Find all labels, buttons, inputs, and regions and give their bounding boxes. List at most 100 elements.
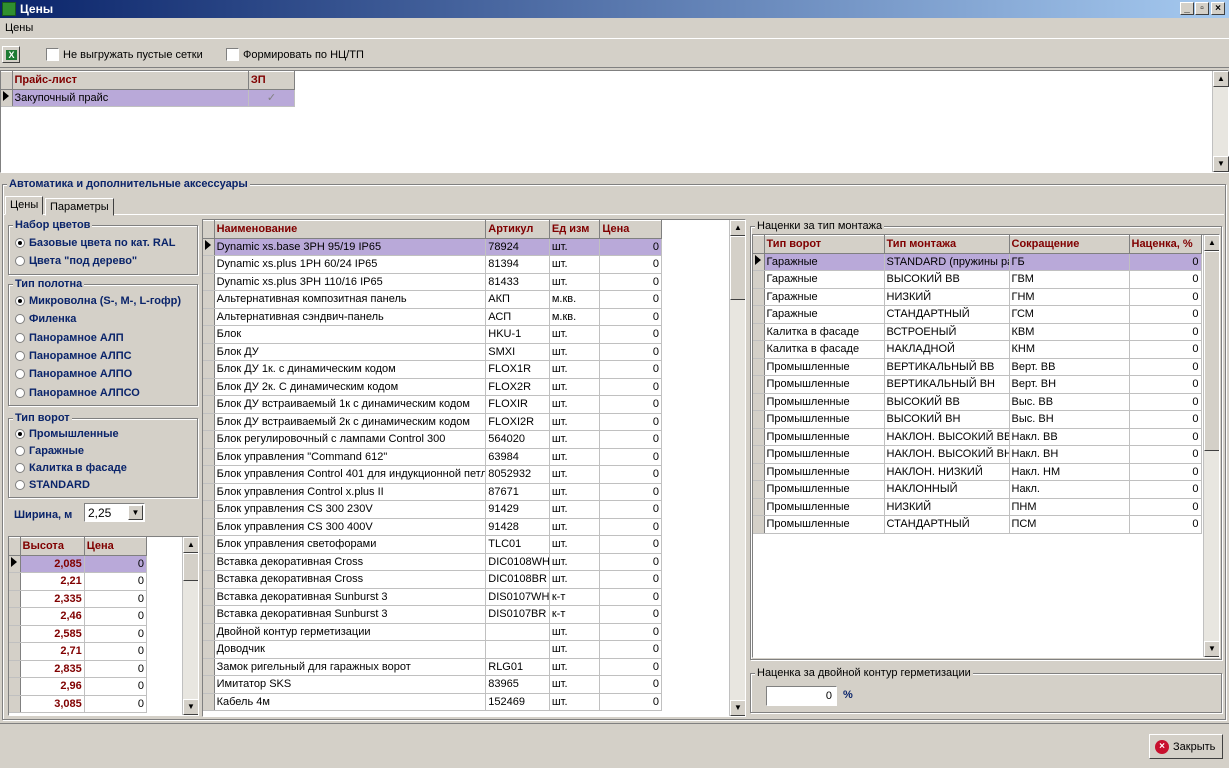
item-price-cell[interactable]: 0 (599, 325, 662, 344)
markup-gate-cell[interactable]: Промышленные (764, 498, 885, 516)
item-unit-cell[interactable]: м.кв. (549, 308, 601, 326)
item-price-cell[interactable]: 0 (599, 395, 662, 414)
markup-abbrev-cell[interactable]: Накл. НМ (1009, 463, 1130, 481)
item-name-cell[interactable]: Dynamic xs.plus 1PH 60/24 IP65 (214, 255, 487, 274)
item-unit-cell[interactable]: шт. (549, 693, 601, 711)
markup-value-cell[interactable]: 0 (1129, 323, 1202, 341)
markup-value-cell[interactable]: 0 (1129, 305, 1202, 324)
item-unit-cell[interactable]: шт. (549, 448, 601, 466)
markup-mount-cell[interactable]: НАКЛОН. ВЫСОКИЙ ВВ (884, 428, 1010, 446)
markup-abbrev-cell[interactable]: ГНМ (1009, 288, 1130, 306)
markup-abbrev-cell[interactable]: Выс. ВВ (1009, 393, 1130, 411)
table-row[interactable]: Вставка декоративная Sunburst 3 DIS0107BR… (203, 605, 662, 624)
markup-mount-cell[interactable]: ВЫСОКИЙ ВВ (884, 393, 1010, 411)
item-unit-cell[interactable]: шт. (549, 255, 601, 274)
table-row[interactable]: Промышленные НИЗКИЙ ПНМ 0 (753, 498, 1202, 516)
height-price-cell[interactable]: 0 (84, 642, 148, 661)
heights-scrollbar[interactable]: ▲ ▼ (182, 537, 198, 715)
radio-industrial[interactable]: Промышленные (15, 428, 119, 440)
item-article-cell[interactable]: 81394 (485, 255, 550, 274)
markup-abbrev-cell[interactable]: Верт. ВВ (1009, 358, 1130, 376)
radio-garage[interactable]: Гаражные (15, 445, 84, 457)
item-price-cell[interactable]: 0 (599, 273, 662, 291)
scroll-up-icon[interactable]: ▲ (730, 220, 745, 236)
markup-mount-cell[interactable]: ВЕРТИКАЛЬНЫЙ ВН (884, 375, 1010, 394)
scroll-up-icon[interactable]: ▲ (1213, 71, 1229, 87)
table-row[interactable]: Промышленные НАКЛОН. НИЗКИЙ Накл. НМ 0 (753, 463, 1202, 481)
item-price-cell[interactable]: 0 (599, 658, 662, 676)
item-price-cell[interactable]: 0 (599, 413, 662, 431)
item-article-cell[interactable]: DIC0108WH (485, 553, 550, 571)
markup-abbrev-cell[interactable]: Накл. (1009, 480, 1130, 499)
item-name-cell[interactable]: Вставка декоративная Sunburst 3 (214, 605, 487, 624)
markup-gate-cell[interactable]: Промышленные (764, 480, 885, 499)
table-row[interactable]: 3,085 0 (9, 695, 148, 713)
table-row[interactable]: 2,335 0 (9, 590, 148, 608)
item-article-cell[interactable]: 91428 (485, 518, 550, 536)
table-row[interactable]: Гаражные СТАНДАРТНЫЙ ГСМ 0 (753, 305, 1202, 324)
markup-gate-cell[interactable]: Промышленные (764, 445, 885, 464)
markup-abbrev-cell[interactable]: Накл. ВН (1009, 445, 1130, 464)
table-row[interactable]: Блок регулировочный с лампами Control 30… (203, 430, 662, 449)
item-unit-cell[interactable]: шт. (549, 413, 601, 431)
markup-mount-cell[interactable]: НАКЛОННЫЙ (884, 480, 1010, 499)
radio-wicket[interactable]: Калитка в фасаде (15, 462, 127, 474)
item-article-cell[interactable]: 152469 (485, 693, 550, 711)
table-row[interactable]: Блок ДУ 1к. с динамическим кодом FLOX1R шт… (203, 360, 662, 379)
markup-gate-cell[interactable]: Промышленные (764, 358, 885, 376)
radio-ral-colors[interactable]: Базовые цвета по кат. RAL (15, 237, 176, 249)
table-row[interactable]: Калитка в фасаде ВСТРОЕНЫЙ КВМ 0 (753, 323, 1202, 341)
item-name-cell[interactable]: Блок ДУ (214, 343, 487, 361)
table-row[interactable]: Гаражные ВЫСОКИЙ ВВ ГВМ 0 (753, 270, 1202, 289)
markup-mount-cell[interactable]: ВСТРОЕНЫЙ (884, 323, 1010, 341)
table-row[interactable]: Блок управления Control 401 для индукцио… (203, 465, 662, 484)
item-unit-cell[interactable]: шт. (549, 500, 601, 519)
height-price-cell[interactable]: 0 (84, 607, 148, 626)
item-article-cell[interactable] (485, 640, 550, 659)
item-article-cell[interactable]: RLG01 (485, 658, 550, 676)
item-price-cell[interactable]: 0 (599, 290, 662, 309)
width-combobox[interactable]: 2,25 ▼ (84, 503, 145, 522)
item-name-cell[interactable]: Блок управления Control x.plus II (214, 483, 487, 501)
scroll-thumb[interactable] (183, 553, 198, 581)
markup-mount-cell[interactable]: НАКЛОН. НИЗКИЙ (884, 463, 1010, 481)
menu-item-prices[interactable]: Цены (5, 22, 33, 34)
item-article-cell[interactable]: 78924 (485, 238, 550, 256)
item-article-cell[interactable]: HKU-1 (485, 325, 550, 344)
markup-gate-cell[interactable]: Калитка в фасаде (764, 323, 885, 341)
pricelist-column-header[interactable]: Прайс-лист (12, 71, 249, 90)
table-row[interactable]: 2,085 0 (9, 555, 148, 573)
item-article-cell[interactable]: FLOX1R (485, 360, 550, 379)
markup-gate-cell[interactable]: Промышленные (764, 375, 885, 394)
table-row[interactable]: 2,585 0 (9, 625, 148, 643)
table-row[interactable]: Промышленные ВЫСОКИЙ ВН Выс. ВН 0 (753, 410, 1202, 429)
markup-value-cell[interactable]: 0 (1129, 270, 1202, 289)
height-cell[interactable]: 2,835 (20, 660, 85, 678)
table-row[interactable]: Промышленные НАКЛОН. ВЫСОКИЙ ВВ Накл. ВВ 0 (753, 428, 1202, 446)
markup-mount-cell[interactable]: НАКЛАДНОЙ (884, 340, 1010, 359)
table-row[interactable]: Гаражные НИЗКИЙ ГНМ 0 (753, 288, 1202, 306)
radio-microwave[interactable]: Микроволна (S-, M-, L-гофр) (15, 295, 181, 307)
item-price-cell[interactable]: 0 (599, 605, 662, 624)
item-name-cell[interactable]: Блок регулировочный с лампами Control 30… (214, 430, 487, 449)
item-name-cell[interactable]: Блок управления "Command 612" (214, 448, 487, 466)
markup-mount-cell[interactable]: ВЫСОКИЙ ВВ (884, 270, 1010, 289)
item-name-cell[interactable]: Доводчик (214, 640, 487, 659)
abbrev-column-header[interactable]: Сокращение (1009, 235, 1130, 254)
markup-mount-cell[interactable]: НИЗКИЙ (884, 288, 1010, 306)
item-name-cell[interactable]: Блок управления CS 300 400V (214, 518, 487, 536)
markup-mount-cell[interactable]: ВЕРТИКАЛЬНЫЙ ВВ (884, 358, 1010, 376)
close-button[interactable]: × Закрыть (1149, 734, 1223, 759)
table-row[interactable]: Блок ДУ встраиваемый 1к с динамическим к… (203, 395, 662, 414)
table-row[interactable]: Dynamic xs.plus 3PH 110/16 IP65 81433 шт. 0 (203, 273, 662, 291)
table-row[interactable]: Замок ригельный для гаражных ворот RLG01 ш… (203, 658, 662, 676)
item-article-cell[interactable]: FLOXIR (485, 395, 550, 414)
item-name-cell[interactable]: Имитатор SKS (214, 675, 487, 694)
item-unit-cell[interactable]: шт. (549, 675, 601, 694)
height-cell[interactable]: 2,71 (20, 642, 85, 661)
excel-export-button[interactable]: X (2, 46, 20, 63)
markup-abbrev-cell[interactable]: КВМ (1009, 323, 1130, 341)
height-cell[interactable]: 3,085 (20, 695, 85, 713)
table-row[interactable]: Dynamic xs.plus 1PH 60/24 IP65 81394 шт. 0 (203, 255, 662, 274)
item-article-cell[interactable]: 81433 (485, 273, 550, 291)
